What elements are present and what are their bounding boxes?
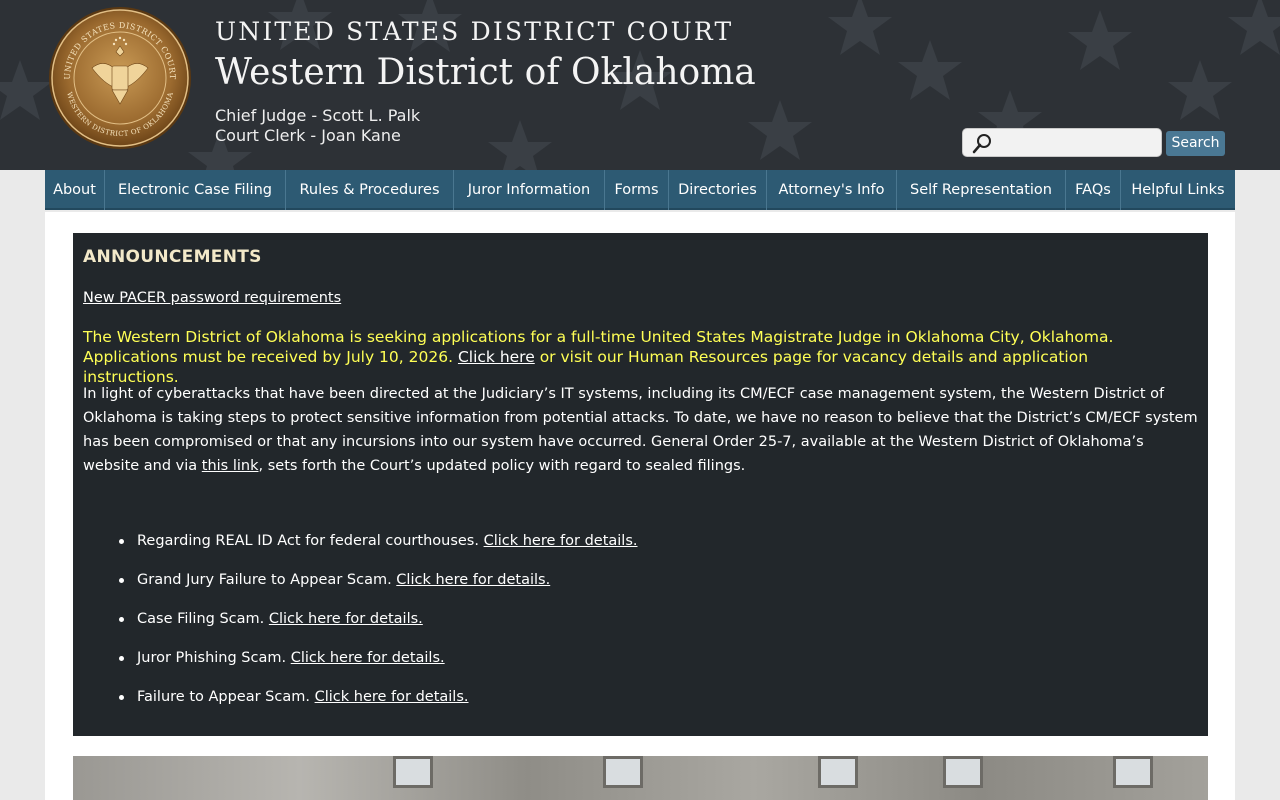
details-link[interactable]: Click here for details. (291, 650, 445, 666)
magnifier-icon (972, 134, 991, 154)
photo-window (943, 756, 983, 788)
details-link[interactable]: Click here for details. (315, 689, 469, 705)
cyber-text-continued: , sets forth the Court’s updated policy … (258, 458, 746, 474)
search-input[interactable] (997, 132, 1157, 154)
search-button[interactable]: Search (1166, 131, 1225, 156)
details-link[interactable]: Click here for details. (269, 611, 423, 627)
courthouse-photo (73, 756, 1208, 800)
pacer-password-link[interactable]: New PACER password requirements (83, 290, 341, 306)
details-link[interactable]: Click here for details. (484, 533, 638, 549)
main-nav: About Electronic Case Filing Rules & Pro… (45, 170, 1235, 210)
nav-item-faqs[interactable]: FAQs (1066, 170, 1121, 210)
list-item: Case Filing Scam. Click here for details… (119, 609, 638, 648)
photo-window (1113, 756, 1153, 788)
photo-window (603, 756, 643, 788)
nav-item-forms[interactable]: Forms (605, 170, 669, 210)
details-link[interactable]: Click here for details. (396, 572, 550, 588)
announcements-heading: ANNOUNCEMENTS (83, 247, 262, 267)
nav-item-rules-procedures[interactable]: Rules & Procedures (286, 170, 454, 210)
court-clerk: Court Clerk - Joan Kane (215, 126, 401, 145)
notice-click-here-link[interactable]: Click here (458, 348, 535, 366)
chief-judge: Chief Judge - Scott L. Palk (215, 106, 421, 125)
nav-item-directories[interactable]: Directories (669, 170, 767, 210)
district-name[interactable]: Western District of Oklahoma (215, 50, 756, 96)
list-item: Juror Phishing Scam. Click here for deta… (119, 648, 638, 687)
this-link[interactable]: this link (202, 458, 259, 474)
nav-item-self-representation[interactable]: Self Representation (897, 170, 1066, 210)
nav-item-attorneys-info[interactable]: Attorney's Info (767, 170, 897, 210)
court-name: UNITED STATES DISTRICT COURT (215, 17, 734, 46)
nav-item-electronic-case-filing[interactable]: Electronic Case Filing (105, 170, 286, 210)
announcements-panel: ANNOUNCEMENTS New PACER password require… (73, 233, 1208, 736)
nav-item-about[interactable]: About (45, 170, 105, 210)
magistrate-judge-notice: The Western District of Oklahoma is seek… (83, 327, 1188, 387)
photo-window (393, 756, 433, 788)
photo-window (818, 756, 858, 788)
cyberattack-notice: In light of cyberattacks that have been … (83, 382, 1198, 478)
list-item: Regarding REAL ID Act for federal courth… (119, 531, 638, 570)
list-item: Failure to Appear Scam. Click here for d… (119, 687, 638, 726)
site-header: UNITED STATES DISTRICT COURT WESTERN DIS… (0, 0, 1280, 170)
court-title-block: UNITED STATES DISTRICT COURT Western Dis… (215, 14, 756, 146)
nav-item-helpful-links[interactable]: Helpful Links (1121, 170, 1235, 210)
list-item: Grand Jury Failure to Appear Scam. Click… (119, 570, 638, 609)
court-seal-icon: UNITED STATES DISTRICT COURT WESTERN DIS… (49, 7, 191, 149)
scam-alert-list: Regarding REAL ID Act for federal courth… (119, 531, 638, 726)
search-box[interactable] (962, 128, 1162, 157)
nav-item-juror-information[interactable]: Juror Information (454, 170, 605, 210)
